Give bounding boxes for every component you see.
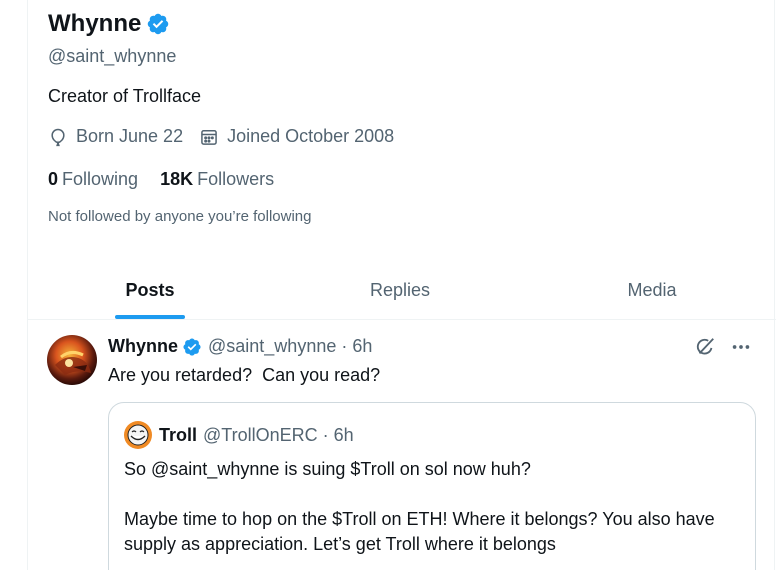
profile-meta: Born June 22 Joined October 2008 [48, 126, 410, 147]
followers-label: Followers [197, 169, 275, 189]
tweet-text: Are you retarded? Can you read? [108, 365, 381, 385]
avatar[interactable] [47, 335, 97, 385]
trollface-avatar-icon [124, 421, 152, 449]
birthday-text: Born June 22 [76, 126, 184, 146]
profile-bio: Creator of Trollface [48, 86, 202, 106]
tab-replies[interactable]: Replies [272, 262, 528, 319]
profile-name-row: Whynne [48, 10, 170, 38]
profile-tabs: Posts Replies Media [28, 262, 776, 320]
quoted-timestamp: 6h [333, 424, 354, 445]
followers-count: 18K [160, 169, 194, 189]
joined-item: Joined October 2008 [199, 126, 394, 147]
quoted-avatar[interactable] [124, 421, 152, 449]
profile-handle: @saint_whynne [48, 46, 177, 66]
birthday-item: Born June 22 [48, 126, 183, 147]
grok-icon[interactable] [694, 336, 716, 358]
quoted-tweet-text: So @saint_whynne is suing $Troll on sol … [124, 457, 734, 570]
quoted-text-line: Maybe time to hop on the $Troll on ETH! … [124, 509, 715, 554]
tweet-author-name[interactable]: Whynne [108, 336, 178, 357]
tweet-actions [694, 336, 752, 358]
quoted-author-name: Troll [159, 424, 198, 445]
verified-badge-icon[interactable] [146, 12, 170, 36]
separator-dot: · [341, 336, 348, 356]
quoted-tweet[interactable]: Troll @TrollOnERC · 6h So @saint_whynne … [108, 402, 756, 570]
tweet[interactable]: Whynne @saint_whynne · 6h Are you retard… [27, 320, 775, 570]
separator-dot: · [322, 424, 329, 445]
quoted-text-line: So @saint_whynne is suing $Troll on sol … [124, 459, 531, 479]
not-followed-note: Not followed by anyone you’re following [48, 208, 312, 225]
verified-badge-icon[interactable] [182, 337, 202, 357]
tweet-author-handle[interactable]: @saint_whynne [208, 336, 336, 357]
tweet-timestamp[interactable]: 6h [352, 336, 372, 357]
balloon-icon [51, 128, 65, 146]
profile-header: Whynne @saint_whynne Creator of Trollfac… [27, 0, 776, 320]
avatar-image [47, 335, 97, 385]
profile-name: Whynne [48, 10, 142, 37]
tab-posts[interactable]: Posts [28, 262, 272, 319]
following-label: Following [62, 169, 139, 189]
tab-media[interactable]: Media [528, 262, 776, 319]
joined-text: Joined October 2008 [227, 126, 395, 146]
more-icon[interactable] [730, 336, 752, 358]
quoted-tweet-header: Troll @TrollOnERC · 6h [124, 421, 354, 449]
quoted-author-handle: @TrollOnERC [203, 424, 318, 445]
calendar-icon [201, 129, 217, 145]
tweet-header: Whynne @saint_whynne · 6h [108, 336, 372, 357]
following-link[interactable]: 0 Following [48, 169, 138, 190]
follow-stats: 0 Following 18K Followers [48, 169, 296, 190]
following-count: 0 [48, 169, 59, 189]
followers-link[interactable]: 18K Followers [160, 169, 274, 190]
